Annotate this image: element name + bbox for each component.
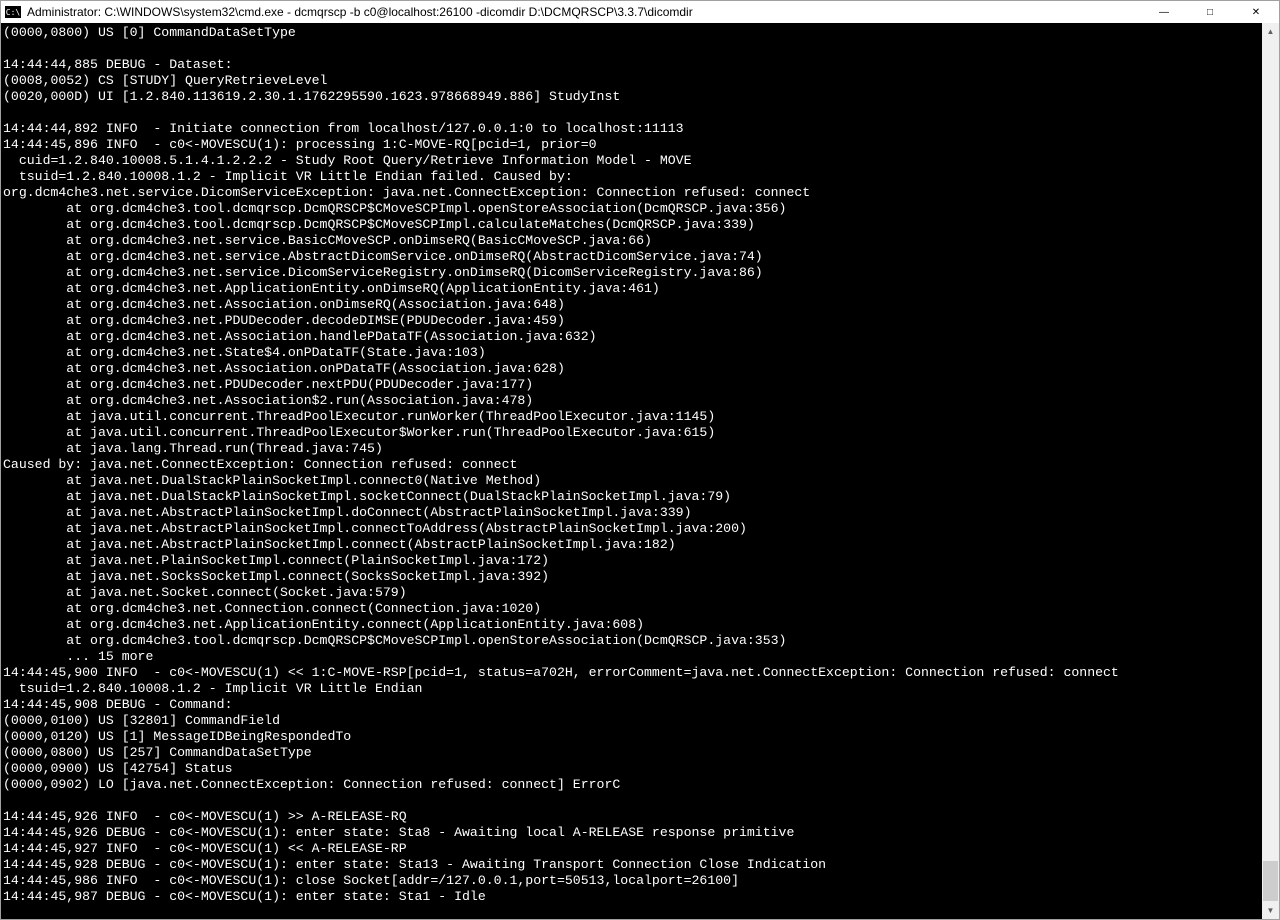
title-bar[interactable]: C:\ Administrator: C:\WINDOWS\system32\c… — [1, 1, 1279, 23]
window-frame: C:\ Administrator: C:\WINDOWS\system32\c… — [0, 0, 1280, 920]
cmd-icon: C:\ — [5, 6, 21, 18]
content-area: (0000,0800) US [0] CommandDataSetType 14… — [1, 23, 1279, 919]
scroll-up-arrow-icon[interactable]: ▲ — [1262, 23, 1279, 40]
scroll-down-arrow-icon[interactable]: ▼ — [1262, 902, 1279, 919]
scrollbar-thumb[interactable] — [1263, 861, 1278, 901]
maximize-button[interactable]: □ — [1187, 1, 1233, 23]
terminal-output[interactable]: (0000,0800) US [0] CommandDataSetType 14… — [1, 23, 1262, 919]
minimize-button[interactable]: — — [1141, 1, 1187, 23]
window-controls: — □ ✕ — [1141, 1, 1279, 23]
window-title: Administrator: C:\WINDOWS\system32\cmd.e… — [27, 5, 1141, 19]
vertical-scrollbar[interactable]: ▲ ▼ — [1262, 23, 1279, 919]
close-button[interactable]: ✕ — [1233, 1, 1279, 23]
